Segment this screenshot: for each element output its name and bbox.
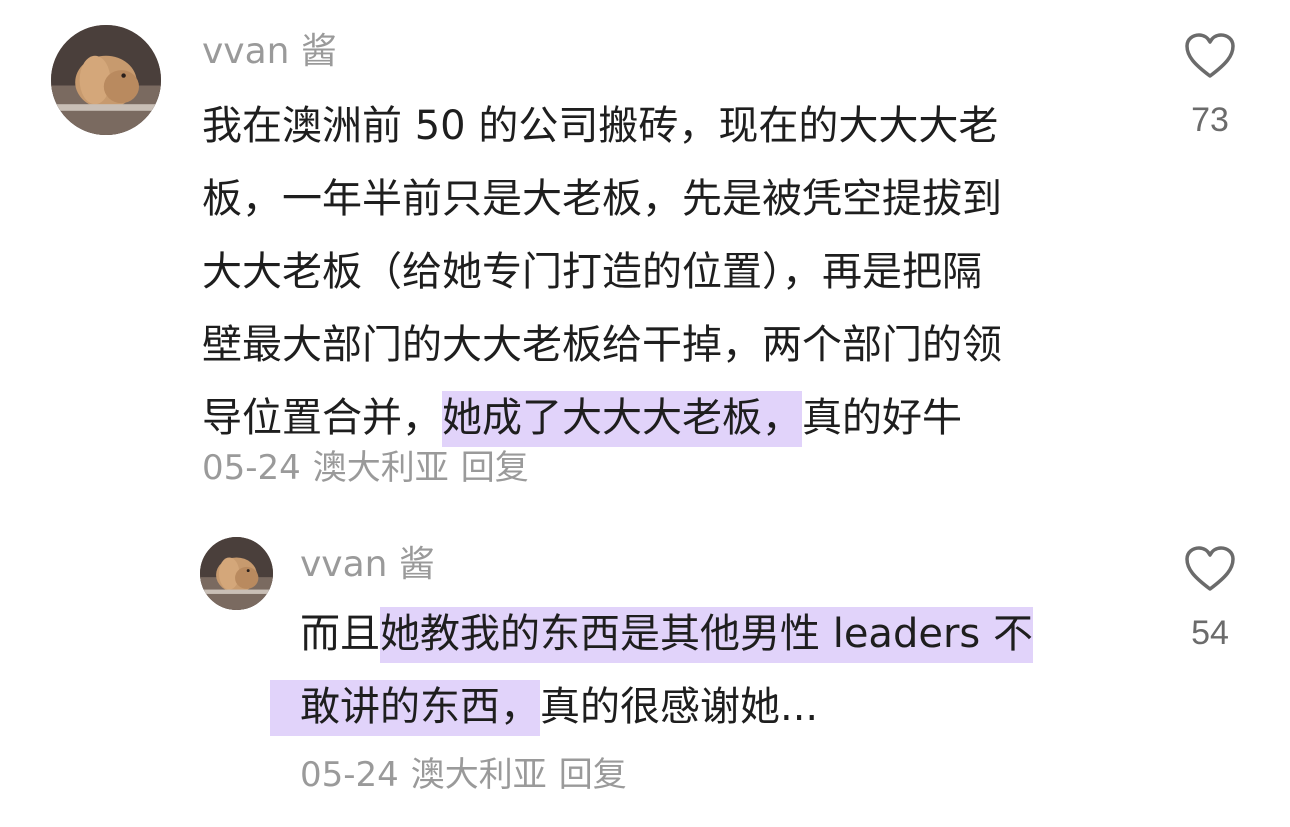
comment-date: 05-24 xyxy=(300,755,399,795)
comment-text-line: 我在澳洲前 50 的公司搬砖，现在的大大大老 xyxy=(202,103,999,149)
like-control: 73 xyxy=(1170,32,1250,140)
highlighted-text: 她成了大大大老板， xyxy=(442,391,802,447)
reply-button[interactable]: 回复 xyxy=(461,448,529,488)
comment-date: 05-24 xyxy=(202,448,301,488)
comment-username[interactable]: vvan 酱 xyxy=(300,543,435,587)
comment-text: 我在澳洲前 50 的公司搬砖，现在的大大大老 板，一年半前只是大老板，先是被凭空… xyxy=(202,90,1002,455)
text-segment: 导位置合并， xyxy=(202,395,442,441)
rabbit-avatar-icon xyxy=(200,537,273,610)
comment-meta: 05-24 澳大利亚 回复 xyxy=(300,755,639,795)
comment-location: 澳大利亚 xyxy=(312,448,449,488)
heart-outline-icon[interactable] xyxy=(1184,32,1236,80)
highlighted-text: 敢讲的东西， xyxy=(270,680,540,736)
comment-text-line: 板，一年半前只是大老板，先是被凭空提拔到 xyxy=(202,176,1002,222)
comment-username[interactable]: vvan 酱 xyxy=(202,30,337,74)
comment-meta: 05-24 澳大利亚 回复 xyxy=(202,448,541,488)
highlighted-text: 她教我的东西是其他男性 leaders 不 xyxy=(380,607,1033,663)
reply-button[interactable]: 回复 xyxy=(559,755,627,795)
comment-text-line: 壁最大部门的大大老板给干掉，两个部门的领 xyxy=(202,322,1002,368)
text-segment: 真的好牛 xyxy=(802,395,962,441)
text-segment: 而且 xyxy=(300,611,380,657)
like-count: 73 xyxy=(1191,101,1229,139)
comment-text: 而且她教我的东西是其他男性 leaders 不 敢讲的东西，真的很感谢她... xyxy=(270,598,1033,744)
user-avatar[interactable] xyxy=(200,537,273,610)
like-control: 54 xyxy=(1170,545,1250,653)
comment-text-line: 而且她教我的东西是其他男性 leaders 不 xyxy=(300,598,1033,671)
comment-text-line: 大大老板（给她专门打造的位置），再是把隔 xyxy=(202,249,982,295)
comment-location: 澳大利亚 xyxy=(410,755,547,795)
user-avatar[interactable] xyxy=(51,25,161,135)
comment-thread: vvan 酱 我在澳洲前 50 的公司搬砖，现在的大大大老 板，一年半前只是大老… xyxy=(0,0,1290,827)
comment-text-line: 导位置合并，她成了大大大老板，真的好牛 xyxy=(202,382,1002,455)
text-segment: 真的很感谢她... xyxy=(540,684,819,730)
rabbit-avatar-icon xyxy=(51,25,161,135)
comment-text-line: 敢讲的东西，真的很感谢她... xyxy=(270,671,1033,744)
like-count: 54 xyxy=(1191,614,1229,652)
heart-outline-icon[interactable] xyxy=(1184,545,1236,593)
